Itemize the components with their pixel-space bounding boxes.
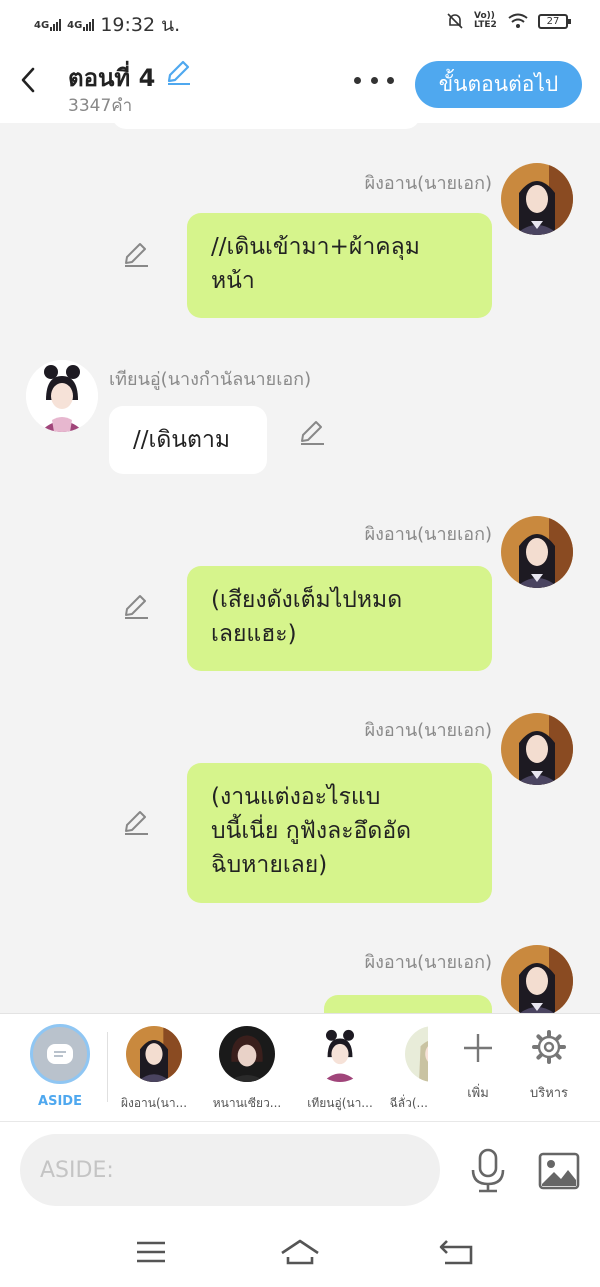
volte-indicator: Vo)) LTE2 <box>474 11 497 30</box>
character-label: ฉีลั่ว(... <box>389 1096 428 1110</box>
character-avatar <box>219 1026 275 1082</box>
aside-label: ASIDE <box>38 1094 82 1109</box>
chevron-left-icon <box>21 67 35 93</box>
character-avatar <box>312 1026 368 1082</box>
edit-message-icon[interactable] <box>122 809 150 837</box>
chat-bubble-icon <box>47 1044 73 1064</box>
add-label: เพิ่ม <box>467 1086 489 1101</box>
character-qiluo[interactable]: ฉีลั่ว(... <box>388 1014 428 1122</box>
character-label: หนานเซียว... <box>212 1096 282 1110</box>
avatar-pingan[interactable] <box>501 516 573 588</box>
speaker-name: ผิงอาน(นายเอก) <box>364 952 492 973</box>
edit-title-icon[interactable] <box>164 58 192 86</box>
add-character-button[interactable]: เพิ่ม <box>448 1014 508 1122</box>
word-count: 3347คำ <box>68 96 133 116</box>
battery-icon: 27 <box>538 13 571 29</box>
plus-icon <box>464 1034 492 1062</box>
input-bar <box>0 1121 600 1217</box>
character-avatar <box>126 1026 182 1082</box>
aside-button[interactable] <box>30 1024 90 1084</box>
image-icon[interactable] <box>538 1152 580 1190</box>
home-icon[interactable] <box>280 1237 320 1267</box>
mute-bell-icon <box>447 13 463 29</box>
signal-icon: 4G <box>34 19 62 31</box>
avatar-tianwu-image <box>26 360 98 432</box>
avatar-tianwu[interactable] <box>26 360 98 432</box>
avatar-pingan-image <box>501 516 573 588</box>
message-bubble[interactable]: (งานแต่งอะไรแบ บนี้เนี่ย กูฟังละอึดอัด ฉ… <box>187 763 492 903</box>
message-bubble[interactable]: //เดินตาม <box>109 406 267 474</box>
edit-message-icon[interactable] <box>122 241 150 269</box>
character-label: เทียนอู่(นา... <box>307 1096 373 1110</box>
chat-area[interactable]: ผิงอาน(นายเอก) //เดินเข้ามา+ผ้าคลุม หน้า… <box>0 123 600 1013</box>
message-text: //เดินตาม <box>133 427 231 453</box>
divider <box>107 1032 108 1102</box>
message-text: (เสียงดังเต็มไปหมด เลยแฮะ) <box>211 587 403 647</box>
more-options-button[interactable] <box>354 70 394 90</box>
character-label: ผิงอาน(นา... <box>120 1096 188 1110</box>
microphone-icon[interactable] <box>468 1148 508 1194</box>
message-bubble[interactable] <box>324 995 492 1013</box>
previous-message-bubble[interactable] <box>112 123 420 129</box>
speaker-name: ผิงอาน(นายเอก) <box>364 173 492 194</box>
manage-label: บริหาร <box>529 1086 569 1101</box>
back-button[interactable] <box>14 64 42 96</box>
edit-message-icon[interactable] <box>298 419 326 447</box>
message-input[interactable] <box>20 1134 440 1206</box>
message-text: //เดินเข้ามา+ผ้าคลุม หน้า <box>211 234 420 294</box>
speaker-name: เทียนอู่(นางกำนัลนายเอก) <box>109 369 312 390</box>
app-header: ตอนที่ 4 3347คำ ขั้นตอนต่อไป <box>0 46 600 123</box>
system-nav-bar <box>0 1217 600 1287</box>
speaker-name: ผิงอาน(นายเอก) <box>364 524 492 545</box>
more-dot-icon <box>387 76 394 84</box>
avatar-pingan[interactable] <box>501 163 573 235</box>
avatar-pingan[interactable] <box>501 945 573 1013</box>
more-dot-icon <box>354 76 361 84</box>
speaker-name: ผิงอาน(นายเอก) <box>364 720 492 741</box>
avatar-pingan-image <box>501 163 573 235</box>
message-text: (งานแต่งอะไรแบ บนี้เนี่ย กูฟังละอึดอัด ฉ… <box>211 784 412 878</box>
avatar-pingan[interactable] <box>501 713 573 785</box>
gear-icon <box>532 1030 566 1064</box>
character-bar: ASIDE ผิงอาน(นา... หนานเซียว... เทียนอู่… <box>0 1013 600 1121</box>
character-pingan[interactable]: ผิงอาน(นา... <box>109 1014 199 1122</box>
avatar-pingan-image <box>501 713 573 785</box>
back-nav-icon[interactable] <box>437 1237 477 1267</box>
edit-message-icon[interactable] <box>122 593 150 621</box>
character-tianwu[interactable]: เทียนอู่(นา... <box>295 1014 385 1122</box>
signal-icon-2: 4G <box>67 19 95 31</box>
more-dot-icon <box>370 76 378 84</box>
next-step-button[interactable]: ขั้นตอนต่อไป <box>415 61 582 108</box>
character-nanxiao[interactable]: หนานเซียว... <box>202 1014 292 1122</box>
avatar-pingan-image <box>501 945 573 1013</box>
manage-button[interactable]: บริหาร <box>519 1014 579 1122</box>
status-time: 19:32 น. <box>100 14 181 36</box>
wifi-icon <box>508 13 528 28</box>
menu-icon[interactable] <box>131 1237 171 1267</box>
character-avatar <box>405 1026 428 1082</box>
message-bubble[interactable]: //เดินเข้ามา+ผ้าคลุม หน้า <box>187 213 492 318</box>
status-bar: 4G 4G 19:32 น. Vo)) LTE2 27 <box>0 0 600 46</box>
message-bubble[interactable]: (เสียงดังเต็มไปหมด เลยแฮะ) <box>187 566 492 671</box>
